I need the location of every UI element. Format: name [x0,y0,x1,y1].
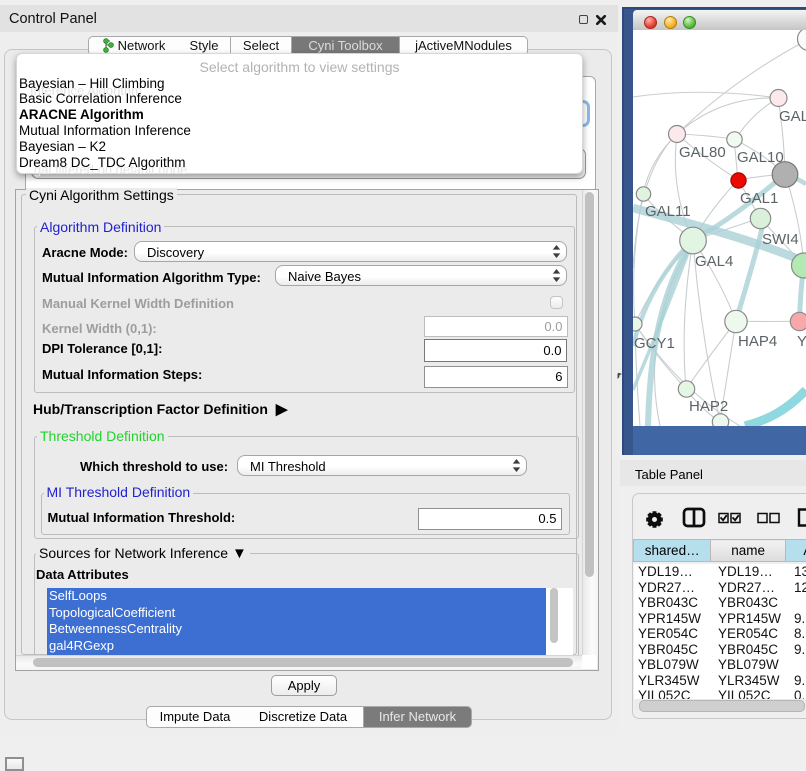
svg-text:GAL4: GAL4 [695,253,733,270]
svg-text:GAL10: GAL10 [737,149,784,166]
svg-text:HAP2: HAP2 [689,398,728,415]
svg-text:SWI4: SWI4 [762,231,799,248]
svg-text:GCY1: GCY1 [634,335,675,352]
svg-text:GAL1: GAL1 [740,190,778,207]
svg-text:GAL7: GAL7 [779,108,806,125]
svg-text:HAP4: HAP4 [738,333,777,350]
svg-text:Y: Y [797,333,806,350]
svg-text:GAL11: GAL11 [645,203,691,220]
svg-text:GAL80: GAL80 [679,144,726,161]
